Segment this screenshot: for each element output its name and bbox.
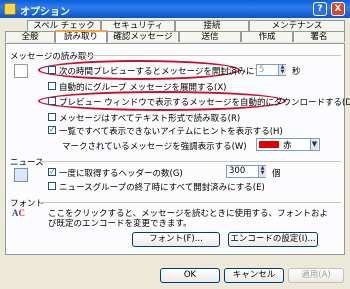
highlight-color-value: 赤 — [283, 141, 292, 151]
fonts-icon: AC — [12, 208, 25, 218]
envelope-icon — [14, 64, 28, 78]
tab-send[interactable]: 送信 — [179, 31, 241, 42]
plain-text-checkbox[interactable] — [48, 113, 56, 121]
tab-read[interactable]: 読み取り — [55, 30, 107, 43]
color-swatch — [259, 141, 279, 148]
section-title-reading: メッセージの読み取り — [10, 52, 95, 62]
font-button[interactable]: フォント(F)... — [132, 232, 220, 247]
cancel-button[interactable]: キャンセル — [224, 268, 284, 283]
chevron-down-icon[interactable]: ▼ — [310, 139, 318, 150]
mark-all-read-label: ニュースグループの終了時にすべて開封済みにする(E) — [59, 183, 265, 193]
fonts-description-line2: び既定のエンコードを変更できます。 — [48, 219, 192, 229]
seconds-unit: 秒 — [292, 67, 301, 77]
auto-download-checkbox[interactable] — [48, 97, 56, 105]
seconds-spinner[interactable]: ▲ ▼ — [278, 65, 286, 75]
tab-maintenance[interactable]: メンテナンス — [249, 20, 345, 31]
tab-signatures[interactable]: 署名 — [293, 31, 345, 42]
tab-general[interactable]: 全般 — [5, 31, 55, 42]
section-divider — [76, 55, 341, 56]
section-divider — [40, 202, 341, 203]
headers-checkbox[interactable]: ✓ — [48, 168, 56, 176]
tab-receipts[interactable]: 確認メッセージ — [107, 31, 179, 42]
show-tooltips-checkbox[interactable]: ✓ — [48, 126, 56, 134]
section-title-news: ニュース — [10, 158, 44, 168]
help-button[interactable]: ? — [313, 2, 327, 16]
plain-text-label: メッセージはすべてテキスト形式で読み取る(R) — [59, 114, 241, 124]
preview-mark-read-checkbox[interactable] — [48, 66, 56, 74]
apply-button[interactable]: 適用(A) — [288, 268, 344, 283]
preview-mark-read-label: 次の時間プレビューするとメッセージを開封済みにする(M) — [59, 67, 286, 77]
tab-connection[interactable]: 接続 — [175, 20, 249, 31]
mark-all-read-checkbox[interactable] — [48, 182, 56, 190]
app-icon — [4, 3, 16, 15]
close-button[interactable]: X — [331, 2, 345, 16]
show-tooltips-label: 一覧ですべて表示できないアイテムにヒントを表示する(H) — [59, 127, 283, 137]
auto-download-label: プレビュー ウィンドウで表示するメッセージを自動的にダウンロードする(D) — [59, 98, 350, 108]
highlight-label: マークされているメッセージを強調表示する(W) — [62, 142, 247, 152]
auto-expand-checkbox[interactable] — [48, 82, 56, 90]
section-divider — [40, 161, 341, 162]
headers-unit: 個 — [272, 169, 281, 179]
news-icon — [14, 168, 28, 182]
encoding-button[interactable]: エンコードの設定(I)... — [228, 232, 318, 247]
tab-compose[interactable]: 作成 — [241, 31, 293, 42]
headers-spinner[interactable]: ▲ ▼ — [258, 166, 266, 177]
headers-label: 一度に取得するヘッダーの数(G) — [59, 169, 183, 179]
window-title: オプション — [20, 7, 70, 18]
tab-security[interactable]: セキュリティ — [101, 20, 175, 31]
ok-button[interactable]: OK — [160, 268, 220, 283]
